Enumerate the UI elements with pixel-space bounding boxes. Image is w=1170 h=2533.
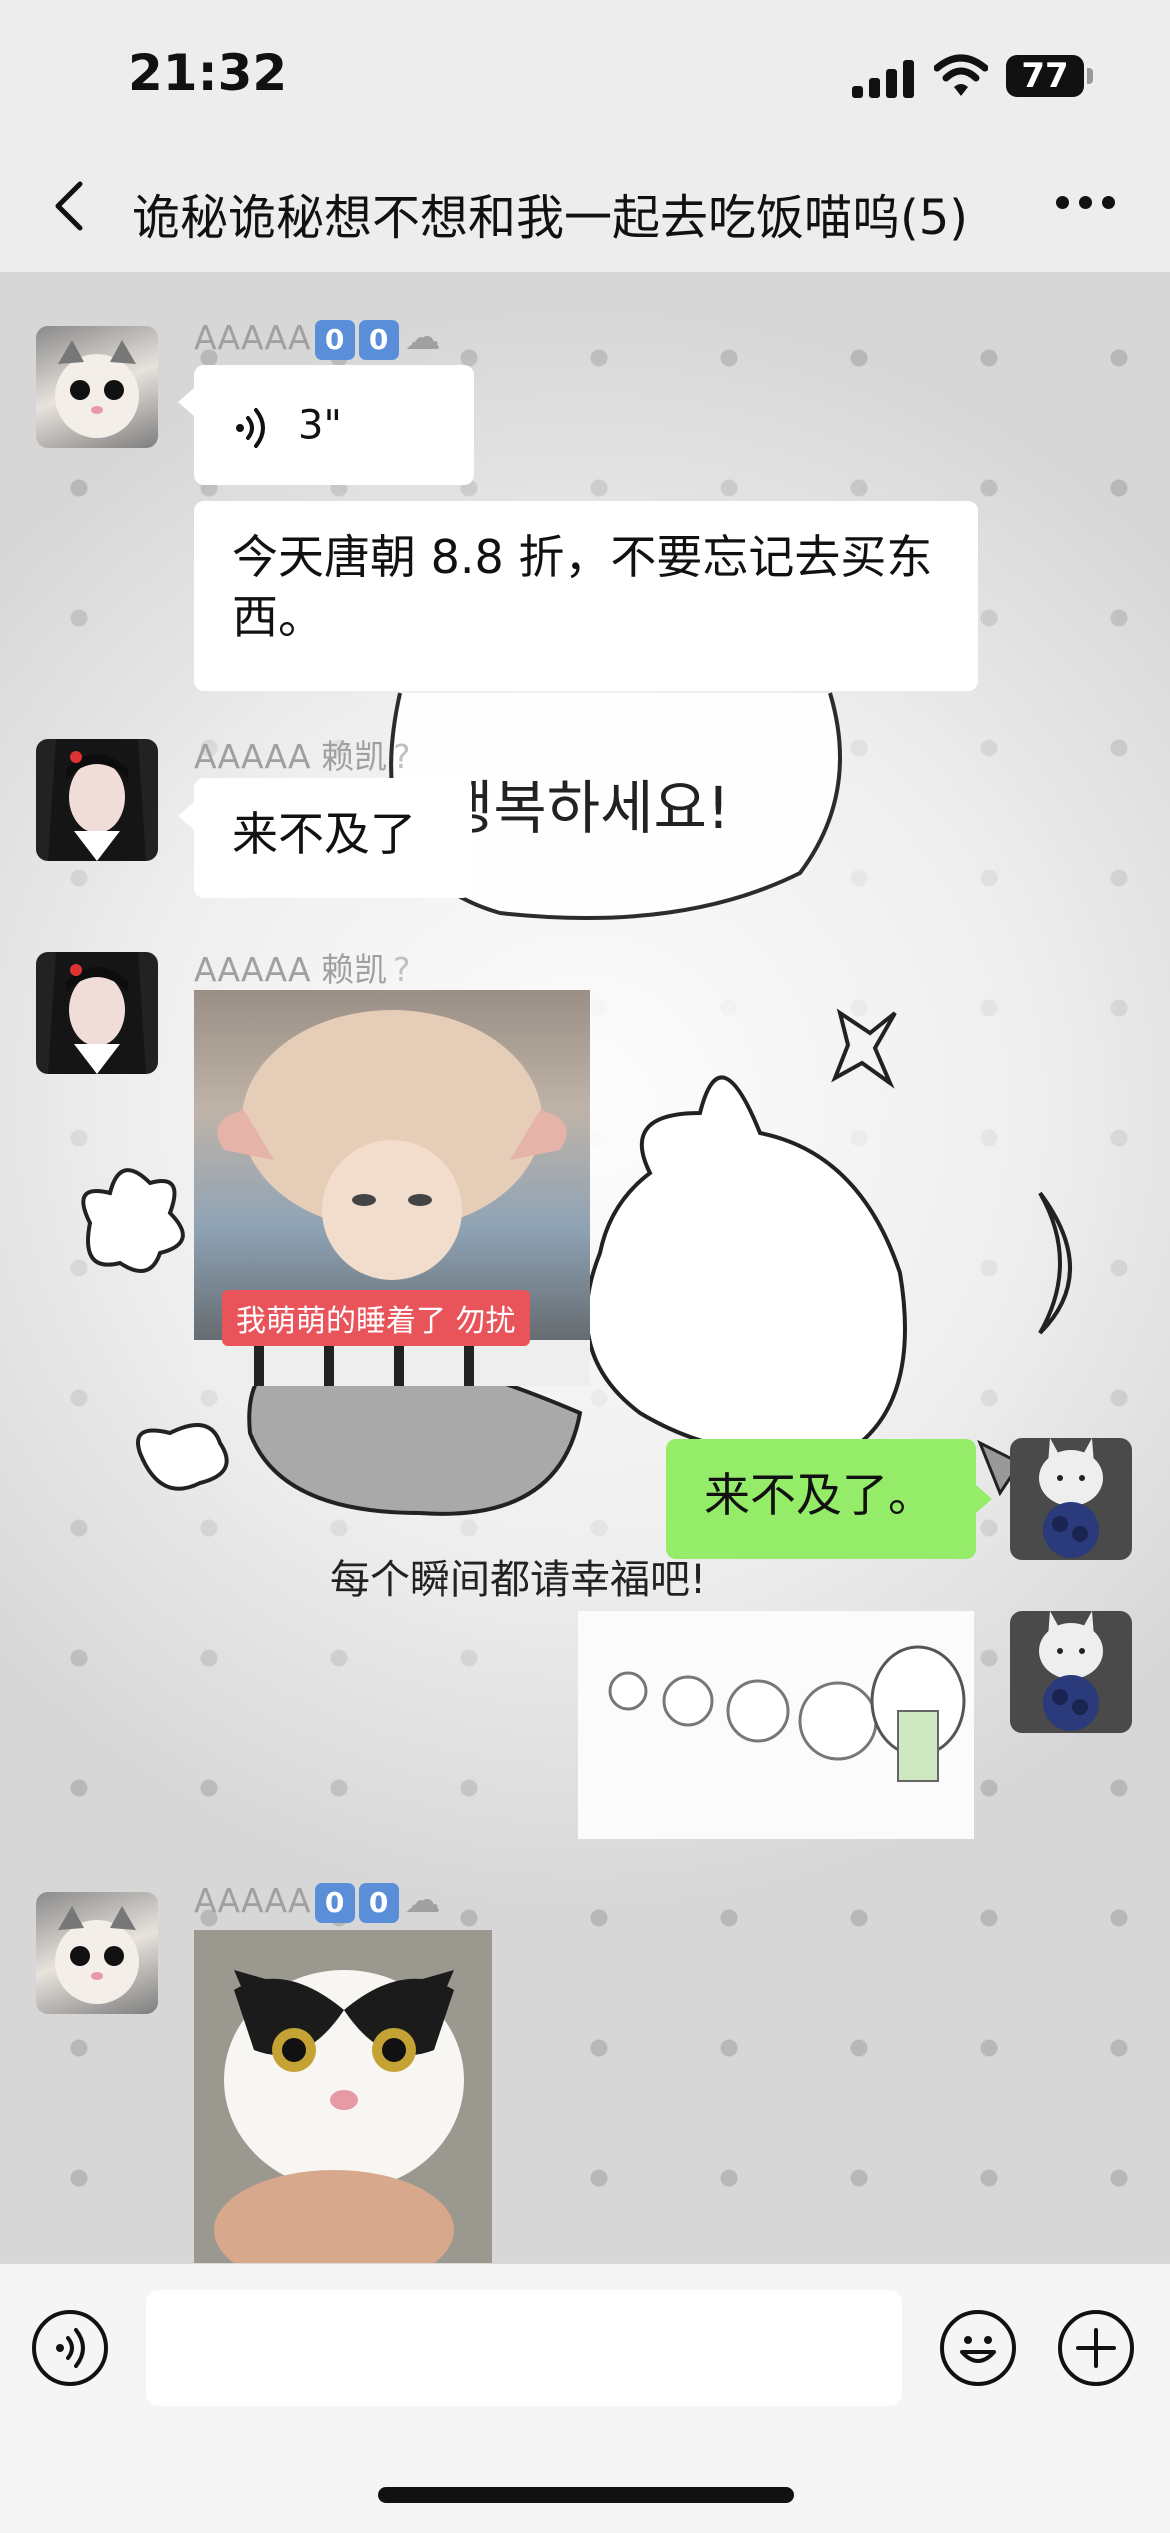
voice-duration: 3" bbox=[298, 402, 342, 449]
avatar[interactable] bbox=[36, 739, 158, 861]
sticker-message[interactable] bbox=[578, 1611, 974, 1839]
sender-name: AAAAA 赖凯? bbox=[194, 943, 411, 991]
question-icon: ? bbox=[393, 950, 411, 989]
image-message[interactable] bbox=[194, 1930, 492, 2263]
battery-tip bbox=[1087, 68, 1093, 84]
home-indicator[interactable] bbox=[378, 2487, 794, 2503]
status-time: 21:32 bbox=[128, 44, 288, 102]
sender-name-text: AAAAA 赖凯 bbox=[194, 737, 388, 776]
question-icon: ? bbox=[393, 737, 411, 776]
image-caption: 我萌萌的睡着了 勿扰 bbox=[222, 1290, 530, 1346]
chat-header: 诡秘诡秘想不想和我一起去吃饭喵呜(5) bbox=[0, 140, 1170, 273]
voice-wave-icon bbox=[232, 404, 272, 448]
wallpaper-text-2: 每个瞬间都请幸福吧! bbox=[330, 1557, 706, 1603]
wifi-icon bbox=[934, 54, 988, 96]
voice-wave-icon bbox=[56, 2328, 85, 2368]
avatar[interactable] bbox=[1010, 1438, 1132, 1560]
image-message[interactable]: 我萌萌的睡着了 勿扰 bbox=[194, 990, 590, 1386]
bubble-tail bbox=[178, 802, 194, 830]
name-badge: 0 bbox=[358, 1882, 399, 1923]
avatar[interactable] bbox=[1010, 1611, 1132, 1733]
message-input[interactable] bbox=[146, 2290, 902, 2406]
bubble-tail bbox=[178, 388, 194, 416]
voice-input-button[interactable] bbox=[32, 2310, 108, 2386]
message-bubble[interactable]: 来不及了。 bbox=[666, 1439, 976, 1559]
voice-message-bubble[interactable]: 3" bbox=[194, 365, 474, 485]
chat-area[interactable]: 행복하세요! 每个瞬间都请幸福吧! AAAAA 0 0 ☁ 3" 今天唐朝 8.8 折… bbox=[0, 273, 1170, 2263]
avatar[interactable] bbox=[36, 952, 158, 1074]
status-bar: 21:32 77 bbox=[0, 0, 1170, 140]
avatar[interactable] bbox=[36, 326, 158, 448]
rain-cloud-icon: ☁ bbox=[404, 317, 441, 358]
chat-title[interactable]: 诡秘诡秘想不想和我一起去吃饭喵呜(5) bbox=[132, 178, 1002, 248]
smiley-icon bbox=[960, 2336, 996, 2363]
message-bubble[interactable]: 今天唐朝 8.8 折，不要忘记去买东西。 bbox=[194, 501, 978, 691]
sender-name: AAAAA 0 0 ☁ bbox=[194, 1880, 441, 1923]
battery-indicator: 77 bbox=[1006, 55, 1084, 97]
back-arrow-icon[interactable] bbox=[46, 180, 94, 232]
sender-name-text: AAAAA bbox=[194, 318, 311, 357]
emoji-button[interactable] bbox=[940, 2310, 1016, 2386]
message-bubble[interactable]: 来不及了 bbox=[194, 778, 472, 898]
sender-name: AAAAA 0 0 ☁ bbox=[194, 317, 441, 360]
wallpaper-text-1: 행복하세요! bbox=[440, 774, 730, 842]
rain-cloud-icon: ☁ bbox=[404, 1880, 441, 1921]
cellular-signal-icon bbox=[852, 58, 914, 98]
name-badge: 0 bbox=[358, 319, 399, 360]
name-badge: 0 bbox=[314, 1882, 355, 1923]
input-bar bbox=[0, 2263, 1170, 2533]
member-count: (5) bbox=[900, 190, 969, 246]
add-more-button[interactable] bbox=[1058, 2310, 1134, 2386]
sender-name: AAAAA 赖凯? bbox=[194, 730, 411, 778]
avatar[interactable] bbox=[36, 1892, 158, 2014]
sender-name-text: AAAAA bbox=[194, 1881, 311, 1920]
sender-name-text: AAAAA 赖凯 bbox=[194, 950, 388, 989]
group-name: 诡秘诡秘想不想和我一起去吃饭喵呜 bbox=[132, 190, 901, 246]
more-options-icon[interactable] bbox=[1056, 196, 1116, 212]
bubble-tail bbox=[976, 1485, 992, 1513]
name-badge: 0 bbox=[314, 319, 355, 360]
plus-icon bbox=[1076, 2328, 1116, 2368]
